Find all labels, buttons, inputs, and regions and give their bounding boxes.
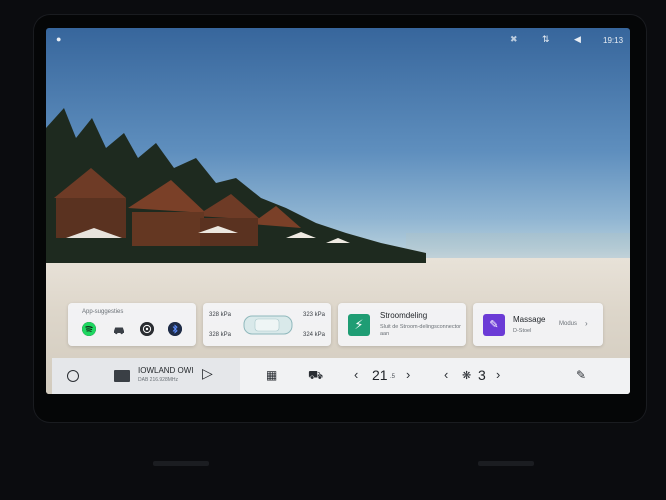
app-suggestions-title: App-suggesties (82, 309, 124, 315)
radio-icon (114, 370, 130, 382)
car-app-icon[interactable] (112, 322, 126, 336)
massage-title: Massage (513, 315, 546, 324)
massage-mode-label[interactable]: Modus (559, 321, 577, 327)
chevron-right-icon[interactable]: › (585, 319, 588, 328)
person-icon[interactable]: ● (56, 34, 61, 44)
app-suggestions-card: App-suggesties (68, 303, 196, 346)
bluetooth-icon[interactable] (168, 322, 182, 336)
seat-heating-icon[interactable]: ✎ (576, 368, 586, 382)
tire-front-left: 328 kPa (209, 312, 232, 318)
speaker-icon[interactable]: ◀ (574, 34, 581, 45)
media-widget[interactable]: IOWLAND OWI DAB 216.928MHz ▷ (52, 358, 240, 394)
media-station: IOWLAND OWI (138, 366, 194, 375)
massage-card[interactable]: ✎ Massage D-Stoel Modus › (473, 303, 603, 346)
tire-front-right: 323 kPa (303, 312, 326, 318)
spotify-icon[interactable] (82, 322, 96, 336)
temperature-value: 21 (372, 367, 388, 383)
temperature-increase-button[interactable]: › (406, 367, 410, 382)
temperature-decrease-button[interactable]: ‹ (354, 367, 358, 382)
wifi-off-icon: ✖ (510, 34, 518, 44)
fan-decrease-button[interactable]: ‹ (444, 367, 448, 382)
fan-icon: ❋ (462, 370, 472, 382)
connect-icon[interactable] (140, 322, 154, 336)
bottom-dock: IOWLAND OWI DAB 216.928MHz ▷ ▦ ⛟ ‹ 21 .5… (52, 358, 630, 394)
mount-left (153, 461, 209, 466)
tire-rear-right: 324 kPa (303, 332, 326, 338)
temperature-decimal: .5 (390, 374, 396, 380)
status-bar: ● ✖ ⇅ ◀ 19:13 (46, 28, 630, 52)
mount-right (478, 461, 534, 466)
tire-rear-left: 328 kPa (209, 332, 232, 338)
signal-icon: ⇅ (542, 34, 550, 44)
media-frequency: DAB 216.928MHz (138, 377, 179, 383)
fan-increase-button[interactable]: › (496, 367, 500, 382)
play-icon[interactable]: ▷ (202, 365, 213, 382)
infotainment-screen: ● ✖ ⇅ ◀ 19:13 App-suggesties 328 kPa 328… (46, 28, 630, 394)
car-icon[interactable]: ⛟ (308, 368, 323, 384)
lightning-bolt-icon: ⚡ (348, 314, 370, 336)
clock: 19:13 (603, 36, 624, 45)
power-sharing-subtitle: Sluit de Stroom-delingsconnector aan (380, 324, 462, 337)
power-sharing-title: Stroomdeling (380, 311, 428, 320)
fan-level: 3 (478, 367, 486, 383)
tire-pressure-card[interactable]: 328 kPa 328 kPa 323 kPa 324 kPa (203, 303, 331, 346)
massage-subtitle: D-Stoel (513, 328, 532, 334)
massage-seat-icon: ✎ (483, 314, 505, 336)
apps-grid-icon[interactable]: ▦ (266, 368, 277, 382)
power-sharing-card[interactable]: ⚡ Stroomdeling Sluit de Stroom-delingsco… (338, 303, 466, 346)
car-topview-icon (243, 315, 293, 335)
wallpaper-palm-trees (46, 108, 426, 263)
home-button[interactable] (67, 370, 79, 382)
